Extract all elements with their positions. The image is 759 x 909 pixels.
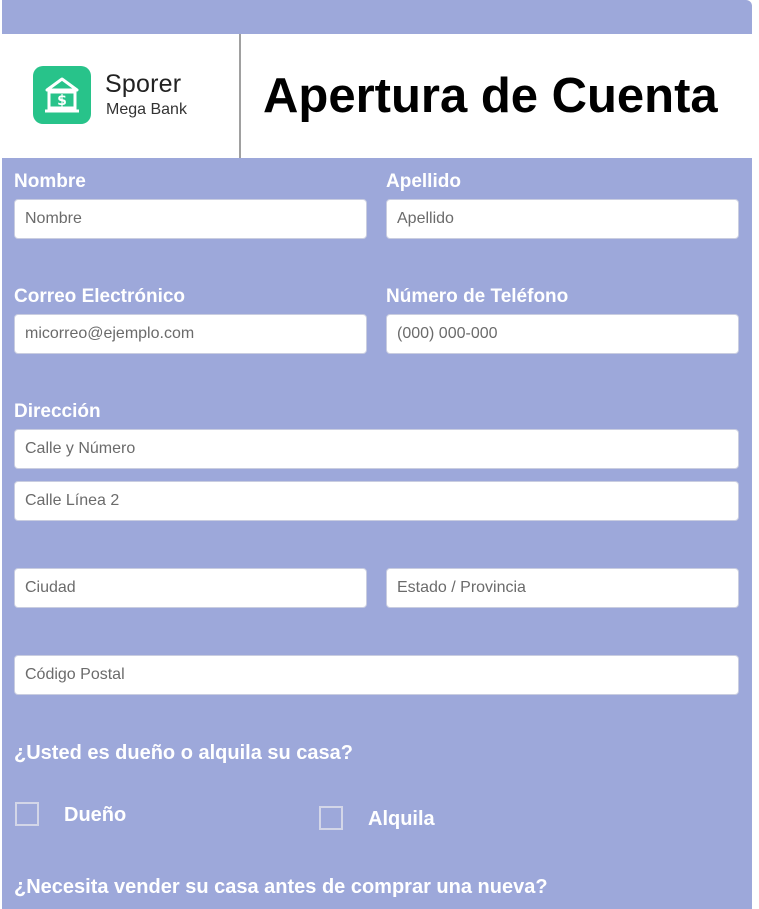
last-name-input[interactable] (386, 199, 739, 239)
email-input[interactable] (14, 314, 367, 354)
email-label: Correo Electrónico (14, 286, 186, 307)
state-input[interactable] (386, 568, 739, 608)
last-name-label: Apellido (386, 171, 461, 192)
street-input[interactable] (14, 429, 739, 469)
svg-text:$: $ (57, 93, 67, 109)
page-title: Apertura de Cuenta (263, 69, 718, 123)
phone-label: Número de Teléfono (386, 286, 569, 307)
brand-subtitle: Mega Bank (106, 101, 187, 118)
street2-input[interactable] (14, 481, 739, 521)
phone-input[interactable] (386, 314, 739, 354)
owner-option-label[interactable]: Dueño (64, 804, 126, 827)
owner-checkbox[interactable] (15, 802, 39, 826)
brand-name: Sporer (105, 70, 182, 98)
logo: $ Sporer Mega Bank (2, 34, 241, 158)
rent-option-label[interactable]: Alquila (368, 808, 435, 831)
first-name-label: Nombre (14, 171, 86, 192)
ownership-question: ¿Usted es dueño o alquila su casa? (14, 742, 353, 764)
zip-input[interactable] (14, 655, 739, 695)
sell-first-question: ¿Necesita vender su casa antes de compra… (14, 876, 548, 898)
bank-icon: $ (33, 66, 91, 124)
rent-checkbox[interactable] (319, 806, 343, 830)
city-input[interactable] (14, 568, 367, 608)
form-header: $ Sporer Mega Bank Apertura de Cuenta (2, 34, 752, 158)
address-label: Dirección (14, 401, 101, 422)
first-name-input[interactable] (14, 199, 367, 239)
